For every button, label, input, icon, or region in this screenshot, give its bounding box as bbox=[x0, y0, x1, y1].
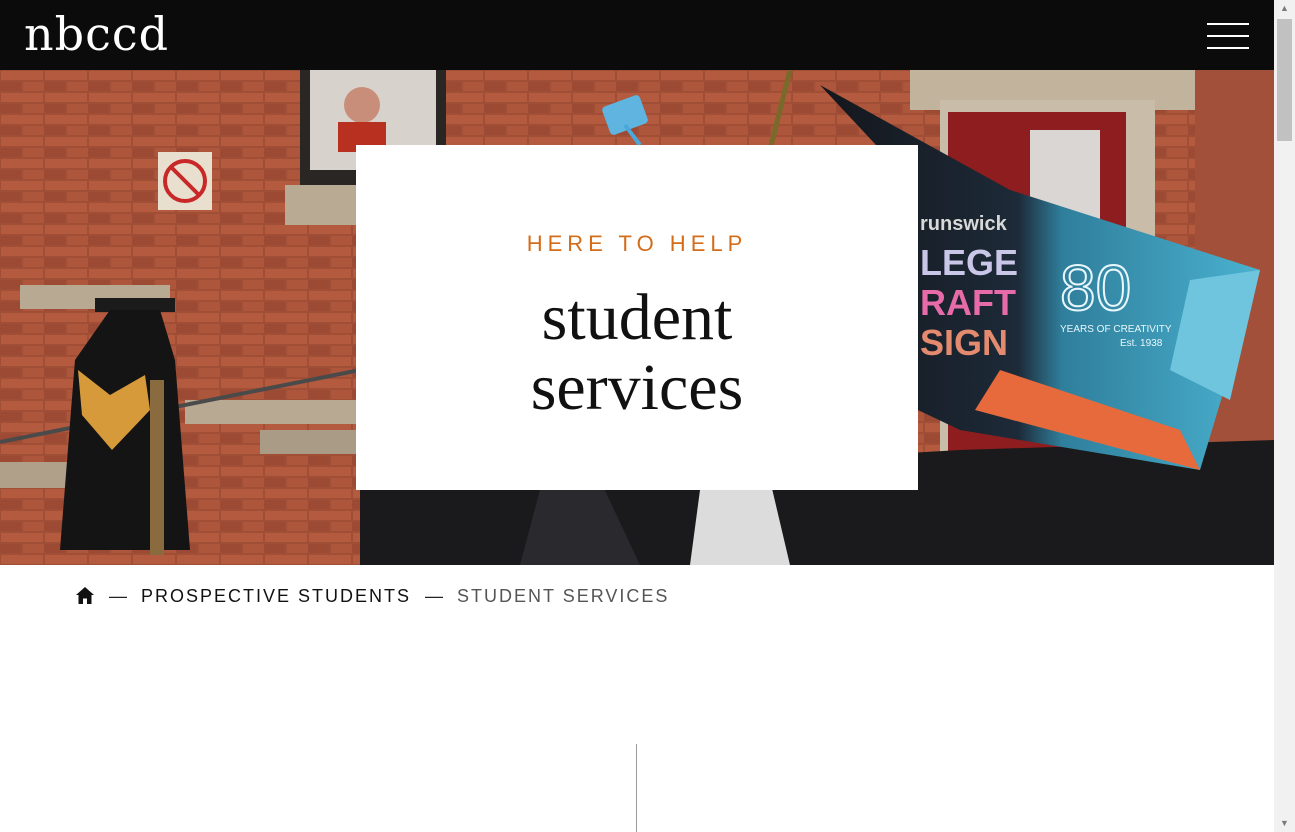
hero-title-card: HERE TO HELP student services bbox=[356, 145, 918, 490]
site-header: nbccd bbox=[0, 0, 1274, 70]
breadcrumb-prospective-students[interactable]: PROSPECTIVE STUDENTS bbox=[141, 586, 411, 607]
flag-text: SIGN bbox=[920, 322, 1008, 363]
flag-est-text: Est. 1938 bbox=[1120, 338, 1163, 349]
flag-80-text: 80 bbox=[1060, 252, 1131, 324]
scroll-down-arrow-icon[interactable]: ▼ bbox=[1274, 815, 1295, 832]
flag-text: RAFT bbox=[920, 282, 1016, 323]
menu-bar-line bbox=[1207, 35, 1249, 37]
breadcrumb-current-page: STUDENT SERVICES bbox=[457, 585, 670, 606]
breadcrumb-separator: — bbox=[109, 585, 127, 606]
page-title: student services bbox=[356, 283, 918, 423]
menu-bar-line bbox=[1207, 23, 1249, 25]
flag-text: LEGE bbox=[920, 242, 1018, 283]
page-title-line: student bbox=[541, 281, 733, 354]
home-icon[interactable] bbox=[75, 586, 95, 606]
site-logo[interactable]: nbccd bbox=[24, 6, 169, 62]
scroll-thumb[interactable] bbox=[1277, 19, 1292, 141]
scrollbar[interactable]: ▲ ▼ bbox=[1274, 0, 1295, 832]
hero-eyebrow: HERE TO HELP bbox=[526, 231, 748, 256]
no-smoking-sign-icon bbox=[158, 152, 212, 210]
flag-text: runswick bbox=[920, 213, 1008, 235]
menu-bar-line bbox=[1207, 47, 1249, 49]
hamburger-menu-button[interactable] bbox=[1207, 22, 1249, 50]
flag-sub-text: YEARS OF CREATIVITY bbox=[1060, 324, 1172, 335]
breadcrumb-separator: — bbox=[425, 585, 444, 606]
content-divider bbox=[636, 744, 637, 832]
page-title-line: services bbox=[530, 351, 744, 424]
hero-banner: runswick LEGE RAFT SIGN 80 YEARS OF CREA… bbox=[0, 70, 1274, 565]
breadcrumb: — PROSPECTIVE STUDENTS — STUDENT SERVICE… bbox=[75, 583, 669, 609]
scroll-up-arrow-icon[interactable]: ▲ bbox=[1274, 0, 1295, 17]
